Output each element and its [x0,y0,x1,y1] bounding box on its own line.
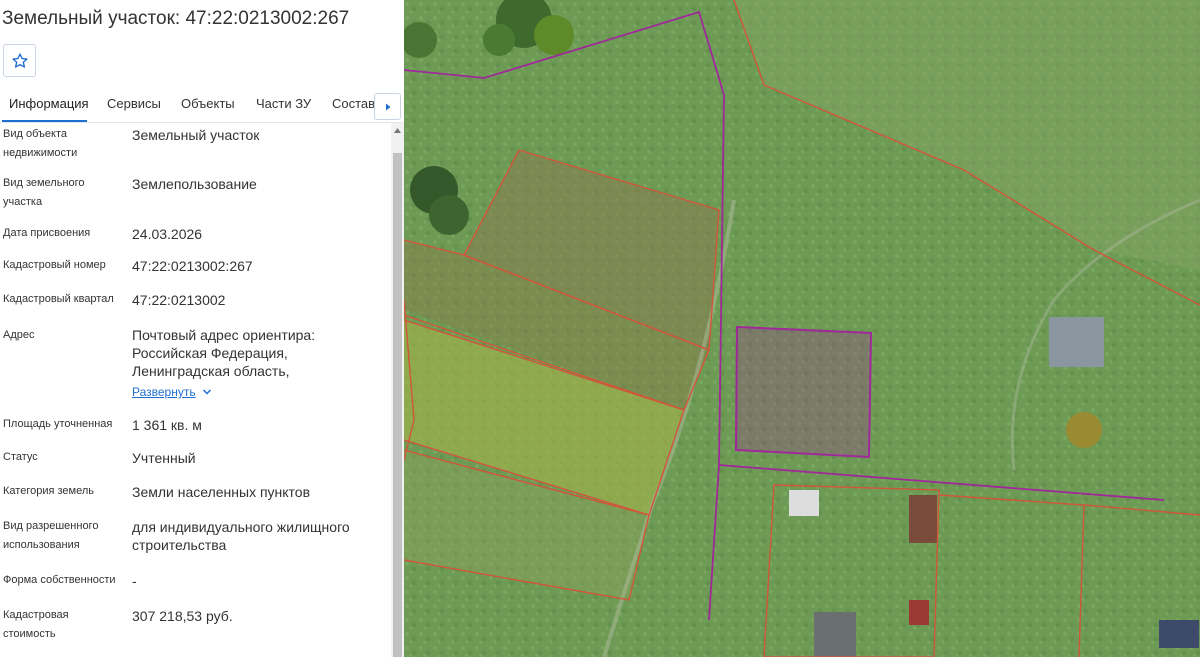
tab-parts[interactable]: Части ЗУ [256,96,311,111]
tab-bar: Информация Сервисы Объекты Части ЗУ Сост… [0,93,404,123]
property-label: Кадастровый номер [3,259,106,271]
property-label: Кадастровая стоимость [3,609,69,640]
property-label: Вид объекта недвижимости [3,128,78,159]
property-label: Вид разрешенного использования [3,520,99,551]
property-value: Почтовый адрес ориентира: Российская Фед… [132,327,316,379]
property-value: 47:22:0213002 [132,292,226,308]
property-label: Дата присвоения [3,227,91,239]
info-panel: Земельный участок: 47:22:0213002:267 Инф… [0,0,404,657]
shed [789,490,819,516]
star-outline-icon [11,52,28,68]
property-label: Адрес [3,329,35,341]
tab-objects[interactable]: Объекты [181,96,235,111]
expand-label: Развернуть [132,385,196,399]
property-list: Вид объекта недвижимости Земельный участ… [0,123,390,657]
tab-info[interactable]: Информация [9,96,89,111]
property-value: для индивидуального жилищного строительс… [132,519,350,553]
property-value: - [132,573,137,589]
property-label: Вид земельного участка [3,177,85,208]
property-value: 47:22:0213002:267 [132,258,253,274]
active-tab-indicator [2,120,87,122]
property-value: 24.03.2026 [132,226,203,242]
tab-services[interactable]: Сервисы [107,96,161,111]
property-label: Площадь уточненная [3,418,113,430]
chevron-down-icon [202,389,211,395]
property-value: 1 361 кв. м [132,417,202,433]
address-expand-link[interactable]: Развернуть [132,385,212,399]
shed [909,600,929,625]
property-label: Статус [3,451,38,463]
map-canvas[interactable] [404,0,1200,657]
property-value: Земли населенных пунктов [132,484,311,500]
property-value: Учтенный [132,450,196,466]
property-value: Землепользование [132,176,257,192]
property-label: Форма собственности [3,574,116,586]
house-roof [1159,620,1199,648]
selected-parcel[interactable] [734,325,873,459]
scrollbar-thumb[interactable] [393,153,402,657]
property-value: Земельный участок [132,127,260,143]
house-roof [1049,317,1104,367]
tabs-scroll-right-button[interactable] [374,93,401,120]
satellite-map[interactable] [404,0,1200,657]
property-label: Кадастровый квартал [3,293,114,305]
scroll-up-arrow-icon[interactable] [391,123,404,137]
house-roof [814,612,856,657]
property-value: 307 218,53 руб. [132,608,233,624]
tab-composition[interactable]: Состав [332,96,375,111]
house-roof [909,495,937,543]
property-label: Категория земель [3,485,94,497]
panel-scrollbar[interactable] [391,123,404,657]
page-title: Земельный участок: 47:22:0213002:267 [2,8,350,29]
favorite-button[interactable] [3,44,36,77]
chevron-right-icon [385,103,390,110]
